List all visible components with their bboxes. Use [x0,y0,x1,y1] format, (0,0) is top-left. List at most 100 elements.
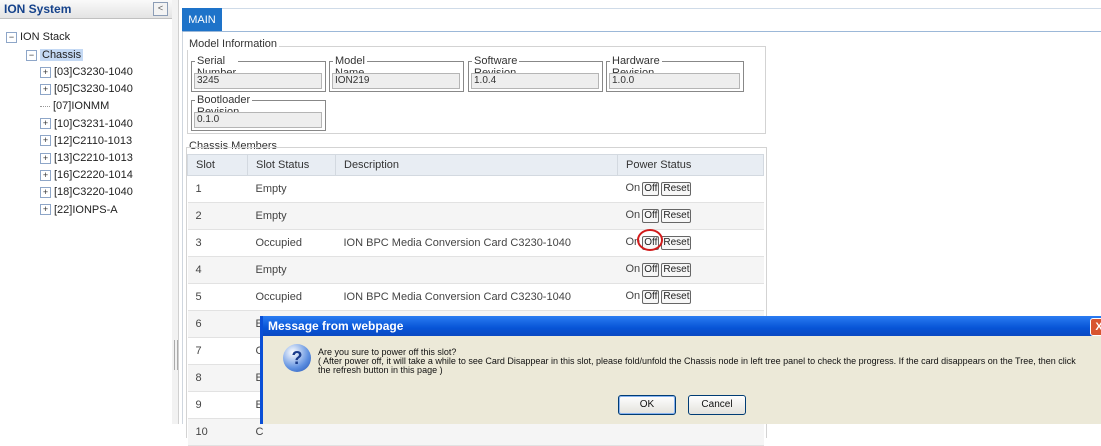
power-off-button[interactable]: Off [642,182,660,196]
power-on-link[interactable]: On [626,263,641,275]
reset-button[interactable]: Reset [661,263,692,277]
power-off-button[interactable]: Off [642,209,660,223]
expand-node-icon[interactable]: + [40,83,51,95]
expand-node-icon[interactable]: + [40,169,51,181]
bootloader-revision-input: 0.1.0 [194,112,322,128]
tree-panel-title: ION System [4,2,72,16]
expand-node-icon[interactable]: + [40,204,51,216]
slot-status-cell: Empty [247,202,336,230]
tree-node-chassis[interactable]: − Chassis [26,47,84,64]
column-header-description: Description [335,154,618,176]
slot-cell: 2 [187,202,248,230]
power-status-cell: On Off Reset [617,256,764,284]
tree-item-label: [12]C2110-1013 [54,134,133,147]
slot-cell: 9 [187,391,248,419]
serial-number-input: 3245 [194,73,322,89]
tree-item-label: [05]C3230-1040 [54,83,133,96]
reset-button[interactable]: Reset [661,290,692,304]
slot-cell: 4 [187,256,248,284]
close-icon[interactable]: X [1090,318,1101,336]
column-header-slot: Slot [187,154,248,176]
power-off-button[interactable]: Off [642,290,660,304]
slot-cell: 3 [187,229,248,257]
power-off-button[interactable]: Off [642,263,660,277]
tree-item[interactable]: + [10]C3231-1040 [40,116,133,133]
dialog-message-line: the refresh button in this page ) [318,365,443,375]
slot-cell: 8 [187,364,248,392]
model-name-input: ION219 [332,73,460,89]
software-revision-input: 1.0.4 [471,73,599,89]
tree-item-label: [13]C2210-1013 [54,152,133,164]
hardware-revision-input: 1.0.0 [609,73,740,89]
tree-item[interactable]: + [13]C2210-1013 [40,150,133,167]
tree-item[interactable]: + [03]C3230-1040 [40,64,133,81]
tab-bar-border [222,8,1101,9]
description-cell [335,175,618,203]
reset-button[interactable]: Reset [661,236,692,250]
description-cell [335,202,618,230]
table-header-row: Slot Slot Status Description Power Statu… [187,154,764,176]
question-icon: ? [283,344,311,372]
expand-node-icon[interactable]: + [40,118,51,130]
reset-button[interactable]: Reset [661,209,692,223]
expand-node-icon[interactable]: + [40,152,51,164]
dialog-title: Message from webpage [268,319,404,333]
power-on-link[interactable]: On [626,209,641,221]
splitter-grip[interactable] [174,340,178,370]
tree-item[interactable]: + [22]IONPS-A [40,202,118,219]
tree-item-label: [16]C2220-1014 [54,169,133,182]
slot-cell: 6 [187,310,248,338]
slot-cell: 1 [187,175,248,203]
power-status-cell: On Off Reset [617,202,764,230]
tree-connector [40,105,50,107]
tree-item[interactable]: [07]IONMM [40,98,109,115]
description-cell: ION BPC Media Conversion Card C3230-1040 [335,229,618,257]
power-status-cell: On Off Reset [617,283,764,311]
tree-node-label: ION Stack [20,31,71,43]
confirm-dialog: Message from webpage X ? Are you sure to… [260,316,1101,424]
table-row: 5 Occupied ION BPC Media Conversion Card C… [187,283,764,311]
ok-button[interactable]: OK [618,395,676,415]
description-cell: ION BPC Media Conversion Card C3230-1040 [335,283,618,311]
power-on-link[interactable]: On [626,182,641,194]
slot-cell: 5 [187,283,248,311]
tree-node-ion-stack[interactable]: − ION Stack [6,29,70,46]
expand-node-icon[interactable]: + [40,66,51,78]
tree-item-label: [18]C3220-1040 [54,186,133,199]
tree-item-label: [10]C3231-1040 [54,117,133,130]
tree-item-label: [03]C3230-1040 [54,66,133,78]
table-row: 3 Occupied ION BPC Media Conversion Card C… [187,229,764,257]
slot-cell: 10 [187,418,248,446]
reset-button[interactable]: Reset [661,182,692,196]
column-header-slot-status: Slot Status [247,154,336,176]
dialog-title-bar[interactable]: Message from webpage X [263,316,1101,336]
dialog-message: Are you sure to power off this slot? ( A… [318,348,1101,375]
slot-status-cell: Occupied [247,229,336,257]
collapse-panel-button[interactable]: < [153,2,168,16]
slot-status-cell: Occupied [247,283,336,311]
column-header-power-status: Power Status [617,154,764,176]
power-on-link[interactable]: On [626,290,641,302]
tab-main[interactable]: MAIN [182,8,222,32]
tree-item-label: [22]IONPS-A [54,203,118,216]
expand-node-icon[interactable]: + [40,135,51,147]
tree-item[interactable]: + [12]C2110-1013 [40,133,132,150]
tree-item-label: [07]IONMM [53,100,110,113]
expand-node-icon[interactable]: + [40,186,51,198]
tree-panel-header: ION System < [0,0,172,19]
slot-status-cell: Empty [247,175,336,203]
slot-cell: 7 [187,337,248,365]
tree-item[interactable]: + [05]C3230-1040 [40,81,133,98]
cancel-button[interactable]: Cancel [688,395,746,415]
table-row: 4 Empty On Off Reset [187,256,764,284]
description-cell [335,256,618,284]
model-information-legend: Model Information [187,38,280,50]
power-status-cell: On Off Reset [617,175,764,203]
highlight-circle [637,229,663,251]
collapse-node-icon[interactable]: − [6,31,17,43]
tree-item[interactable]: + [16]C2220-1014 [40,167,133,184]
tree-item[interactable]: + [18]C3220-1040 [40,184,133,201]
collapse-node-icon[interactable]: − [26,49,37,61]
table-row: 1 Empty On Off Reset [187,175,764,203]
tree-node-label: Chassis [40,49,84,61]
